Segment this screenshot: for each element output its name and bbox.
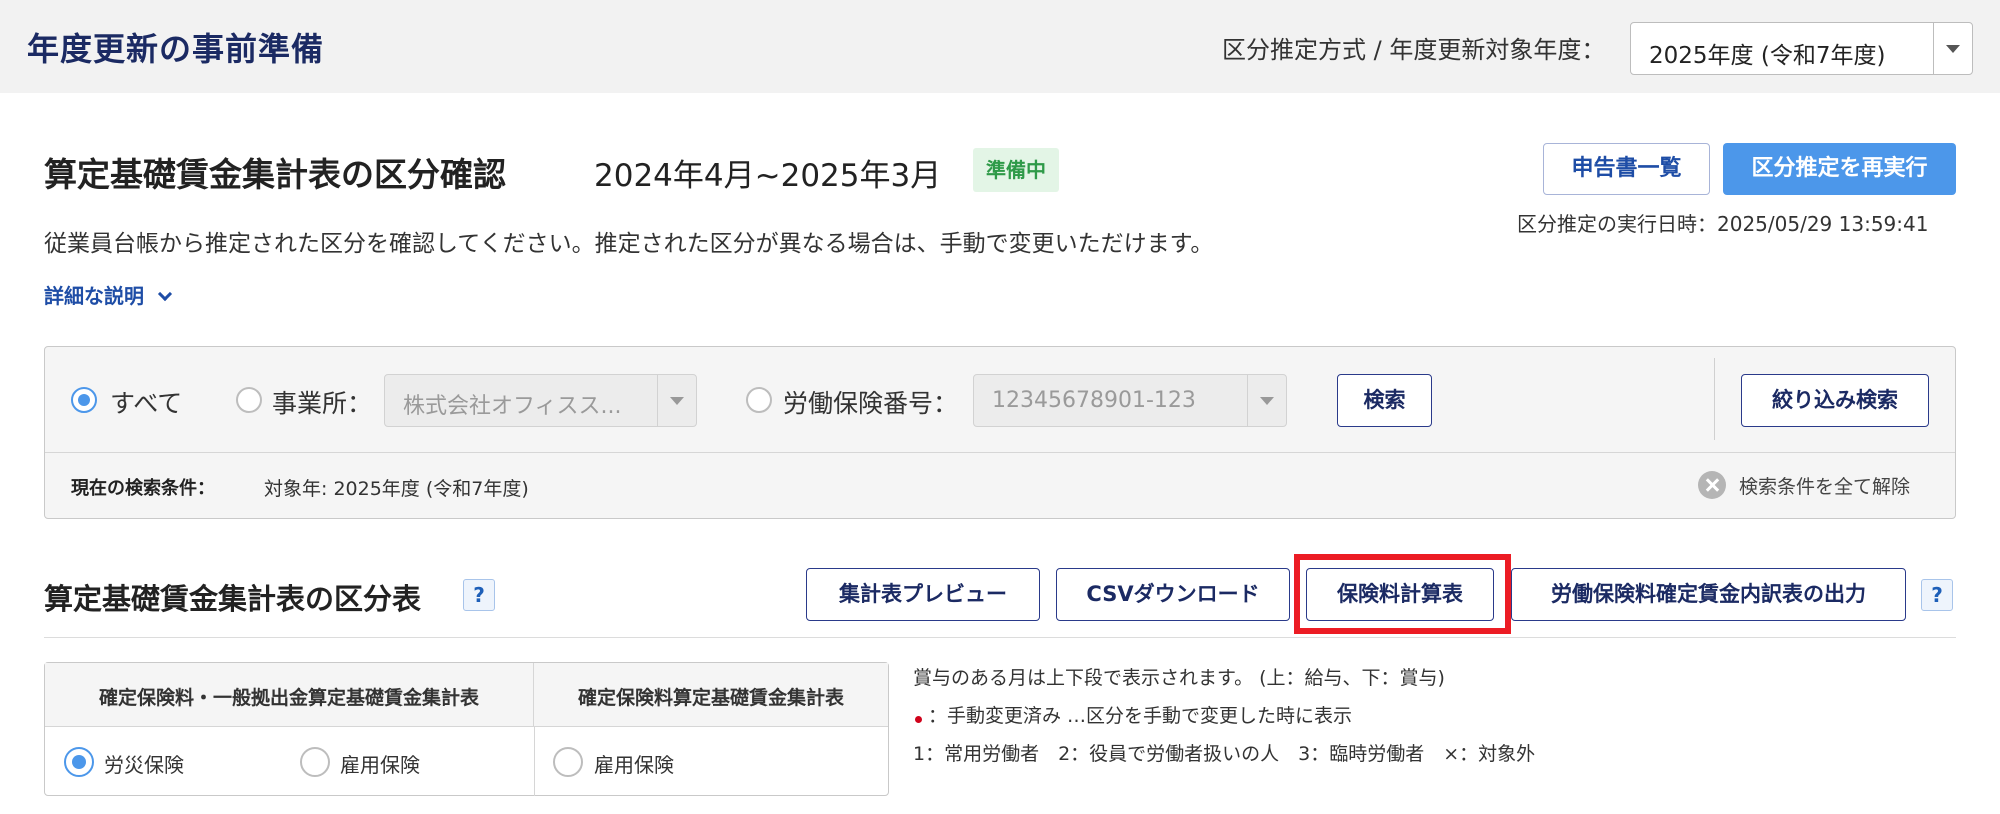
- filter-office-label[interactable]: 事業所：: [272, 384, 372, 420]
- filter-insurance-radio[interactable]: [746, 387, 772, 413]
- employment-ins-label-confirmed[interactable]: 雇用保険: [594, 749, 674, 778]
- detail-description-toggle[interactable]: 詳細な説明: [44, 280, 173, 309]
- detail-description-label: 詳細な説明: [44, 284, 144, 308]
- fiscal-year-value: 2025年度 (令和7年度): [1649, 43, 1886, 69]
- chevron-down-icon: [1946, 45, 1960, 53]
- highlight-box: [1294, 554, 1511, 634]
- employment-ins-radio-confirmed[interactable]: [553, 747, 583, 777]
- filter-office-radio[interactable]: [236, 387, 262, 413]
- search-button[interactable]: 検索: [1337, 374, 1432, 427]
- csv-download-button[interactable]: CSVダウンロード: [1056, 568, 1290, 621]
- category-legend-note: 1：常用労働者 2：役員で労働者扱いの人 3：臨時労働者 ×：対象外: [913, 743, 1536, 765]
- office-select-value: 株式会社オフィスス...: [403, 394, 622, 419]
- filter-all-label[interactable]: すべて: [110, 384, 182, 420]
- filter-vertical-divider: [1714, 358, 1715, 440]
- filter-insurance-label[interactable]: 労働保険番号：: [783, 384, 958, 420]
- page-title: 年度更新の事前準備: [27, 30, 325, 68]
- preview-button[interactable]: 集計表プレビュー: [806, 568, 1040, 621]
- filter-divider: [45, 452, 1955, 453]
- bonus-note: 賞与のある月は上下段で表示されます。 (上：給与、下：賞与): [913, 667, 1445, 689]
- section-divider: [44, 637, 1956, 638]
- kind-header-general-label: 確定保険料・一般拠出金算定基礎賃金集計表: [98, 687, 479, 709]
- insurance-number-value: 12345678901-123: [992, 388, 1196, 413]
- kind-divider: [534, 727, 535, 796]
- current-condition-label: 現在の検索条件：: [71, 478, 215, 499]
- kind-header-general: 確定保険料・一般拠出金算定基礎賃金集計表: [45, 663, 534, 727]
- estimation-run-time: 区分推定の実行日時：2025/05/29 13:59:41: [1517, 212, 1929, 236]
- manual-change-dot-icon: [915, 716, 922, 723]
- employment-ins-label-general[interactable]: 雇用保険: [340, 749, 420, 778]
- help-icon[interactable]: ?: [1921, 579, 1953, 611]
- clear-circle-icon[interactable]: [1698, 471, 1726, 499]
- fiscal-year-select[interactable]: 2025年度 (令和7年度): [1630, 22, 1973, 75]
- select-divider: [1247, 375, 1248, 426]
- status-badge: 準備中: [973, 148, 1059, 192]
- insurance-number-select[interactable]: 12345678901-123: [973, 374, 1287, 427]
- employment-ins-radio-general[interactable]: [300, 747, 330, 777]
- section-description: 従業員台帳から推定された区分を確認してください。推定された区分が異なる場合は、手…: [44, 231, 1214, 257]
- year-select-label: 区分推定方式 / 年度更新対象年度：: [1222, 36, 1606, 64]
- clear-conditions-link[interactable]: 検索条件を全て解除: [1739, 472, 1910, 499]
- select-divider: [657, 375, 658, 426]
- chevron-down-icon: [157, 286, 173, 302]
- rerun-estimation-button[interactable]: 区分推定を再実行: [1723, 143, 1956, 195]
- workers-comp-label[interactable]: 労災保険: [104, 749, 184, 778]
- declaration-list-button[interactable]: 申告書一覧: [1543, 143, 1710, 195]
- kind-header-confirmed-label: 確定保険料算定基礎賃金集計表: [577, 687, 844, 709]
- help-icon[interactable]: ?: [463, 579, 495, 611]
- manual-change-note: ：手動変更済み …区分を手動で変更した時に表示: [928, 705, 1353, 727]
- wage-breakdown-output-button[interactable]: 労働保険料確定賃金内訳表の出力: [1511, 568, 1906, 621]
- chevron-down-icon: [1260, 397, 1274, 405]
- office-select[interactable]: 株式会社オフィスス...: [384, 374, 697, 427]
- workers-comp-radio[interactable]: [64, 747, 94, 777]
- select-divider: [1933, 23, 1934, 74]
- filter-all-radio[interactable]: [71, 387, 97, 413]
- section-title: 算定基礎賃金集計表の区分確認: [44, 155, 506, 194]
- chevron-down-icon: [670, 397, 684, 405]
- narrow-search-button[interactable]: 絞り込み検索: [1741, 374, 1929, 427]
- table-title: 算定基礎賃金集計表の区分表: [44, 582, 422, 616]
- kind-header-confirmed: 確定保険料算定基礎賃金集計表: [534, 663, 888, 727]
- current-condition-value: 対象年: 2025年度 (令和7年度): [264, 478, 529, 500]
- period-range: 2024年4月~2025年3月: [594, 158, 942, 194]
